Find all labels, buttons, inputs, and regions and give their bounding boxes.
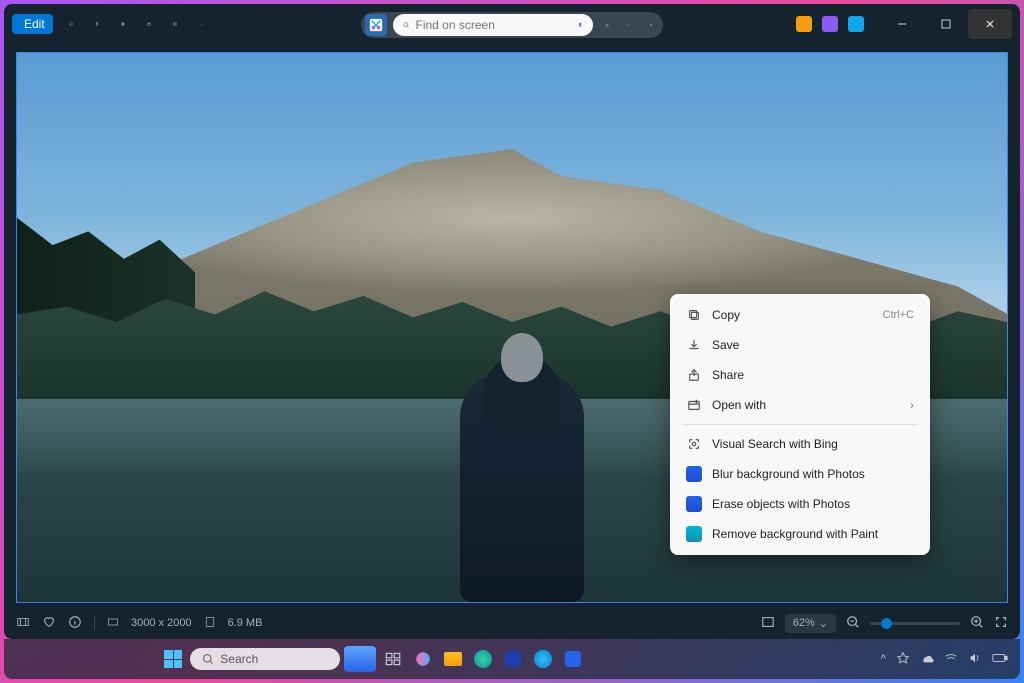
task-view-icon[interactable] (380, 646, 406, 672)
status-bar: 3000 x 2000 6.9 MB 62% ⌄ (4, 607, 1020, 639)
close-search-icon[interactable] (643, 17, 659, 33)
taskbar-search-placeholder: Search (220, 652, 258, 666)
photos-app-window: Edit (4, 4, 1020, 639)
maximize-button[interactable] (924, 9, 968, 39)
minimize-button[interactable] (880, 9, 924, 39)
windows-taskbar: Search ^ (4, 639, 1020, 679)
context-menu-copy[interactable]: Copy Ctrl+C (676, 300, 924, 330)
save-icon (686, 337, 702, 353)
more-icon[interactable] (193, 16, 209, 32)
snipping-tool-icon (365, 14, 387, 36)
close-button[interactable] (968, 9, 1012, 39)
context-menu-erase-objects[interactable]: Erase objects with Photos (676, 489, 924, 519)
photos-app-icon (686, 496, 702, 512)
delete-icon[interactable] (89, 16, 105, 32)
edit-button-label: Edit (24, 17, 45, 31)
zoom-slider[interactable] (870, 622, 960, 625)
context-menu-visual-search[interactable]: Visual Search with Bing (676, 429, 924, 459)
tray-volume-icon[interactable] (968, 651, 982, 668)
context-menu-separator (682, 424, 918, 425)
rotate-icon[interactable] (63, 16, 79, 32)
system-tray[interactable]: ^ (881, 651, 1008, 668)
slideshow-icon[interactable] (167, 16, 183, 32)
visual-search-icon (686, 436, 702, 452)
copy-icon (686, 307, 702, 323)
taskbar-app-1[interactable] (344, 646, 376, 672)
photos-taskbar-icon[interactable] (560, 646, 586, 672)
zoom-in-icon[interactable] (970, 615, 984, 632)
context-menu-save[interactable]: Save (676, 330, 924, 360)
edge-icon[interactable] (470, 646, 496, 672)
zoom-out-icon[interactable] (846, 615, 860, 632)
print-icon[interactable] (115, 16, 131, 32)
tray-chevron-icon[interactable]: ^ (881, 653, 886, 665)
app-shortcut-3[interactable] (848, 16, 864, 32)
image-dimensions: 3000 x 2000 (131, 617, 192, 629)
filmstrip-icon[interactable] (16, 615, 30, 632)
favorite-icon[interactable] (42, 615, 56, 632)
dimensions-icon (107, 616, 119, 631)
find-on-screen-field[interactable] (416, 18, 571, 32)
copilot-taskbar-icon[interactable] (410, 646, 436, 672)
search-icon (202, 653, 214, 665)
search-icon (403, 19, 410, 31)
tray-wifi-icon[interactable] (944, 651, 958, 668)
tray-icon-1[interactable] (896, 651, 910, 668)
copilot-icon[interactable] (599, 17, 615, 33)
context-menu-remove-bg[interactable]: Remove background with Paint (676, 519, 924, 549)
chevron-down-icon: ⌄ (819, 617, 828, 630)
open-with-icon (686, 397, 702, 413)
screen-search-bar (361, 12, 663, 38)
taskbar-search[interactable]: Search (190, 648, 340, 670)
zoom-level-dropdown[interactable]: 62% ⌄ (785, 614, 836, 633)
context-menu-blur-bg[interactable]: Blur background with Photos (676, 459, 924, 489)
zoom-value: 62% (793, 617, 815, 629)
filesize-icon (204, 616, 216, 631)
share-icon[interactable] (141, 16, 157, 32)
photos-app-icon (686, 466, 702, 482)
context-menu-open-with[interactable]: Open with › (676, 390, 924, 420)
more-search-icon[interactable] (621, 17, 637, 33)
image-filesize: 6.9 MB (228, 617, 263, 629)
fit-to-window-icon[interactable] (761, 615, 775, 632)
start-button[interactable] (160, 646, 186, 672)
fullscreen-icon[interactable] (994, 615, 1008, 632)
share-menu-icon (686, 367, 702, 383)
app-shortcut-1[interactable] (796, 16, 812, 32)
edit-button[interactable]: Edit (12, 14, 53, 34)
chevron-right-icon: › (910, 398, 914, 412)
app-shortcut-2[interactable] (822, 16, 838, 32)
store-icon[interactable] (500, 646, 526, 672)
mic-icon[interactable] (577, 19, 584, 31)
info-icon[interactable] (68, 615, 82, 632)
context-menu-share[interactable]: Share (676, 360, 924, 390)
file-explorer-icon[interactable] (440, 646, 466, 672)
find-on-screen-input[interactable] (393, 14, 593, 36)
taskbar-app-5[interactable] (530, 646, 556, 672)
context-menu: Copy Ctrl+C Save Share Open with › Visua… (670, 294, 930, 555)
tray-battery-icon[interactable] (992, 651, 1008, 668)
paint-app-icon (686, 526, 702, 542)
tray-onedrive-icon[interactable] (920, 651, 934, 668)
